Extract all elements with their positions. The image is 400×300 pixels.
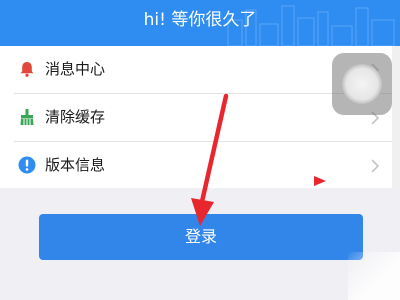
chevron-right-icon [370, 158, 380, 173]
bell-icon [18, 60, 36, 78]
menu-item-label: 清除缓存 [45, 108, 106, 126]
menu-item-label: 消息中心 [45, 60, 106, 78]
assistive-touch-button[interactable] [332, 53, 392, 115]
menu-item-label: 版本信息 [45, 156, 106, 174]
list-edge [392, 46, 400, 188]
page-title: hi! 等你很久了 [143, 10, 257, 30]
header-bar: hi! 等你很久了 [0, 0, 400, 46]
login-button[interactable]: 登录 [39, 214, 363, 260]
broom-icon [18, 108, 36, 126]
watermark [348, 252, 400, 300]
assistive-touch-icon [342, 64, 382, 104]
menu-item-version-info[interactable]: 版本信息 [0, 142, 392, 188]
info-icon [18, 156, 36, 174]
